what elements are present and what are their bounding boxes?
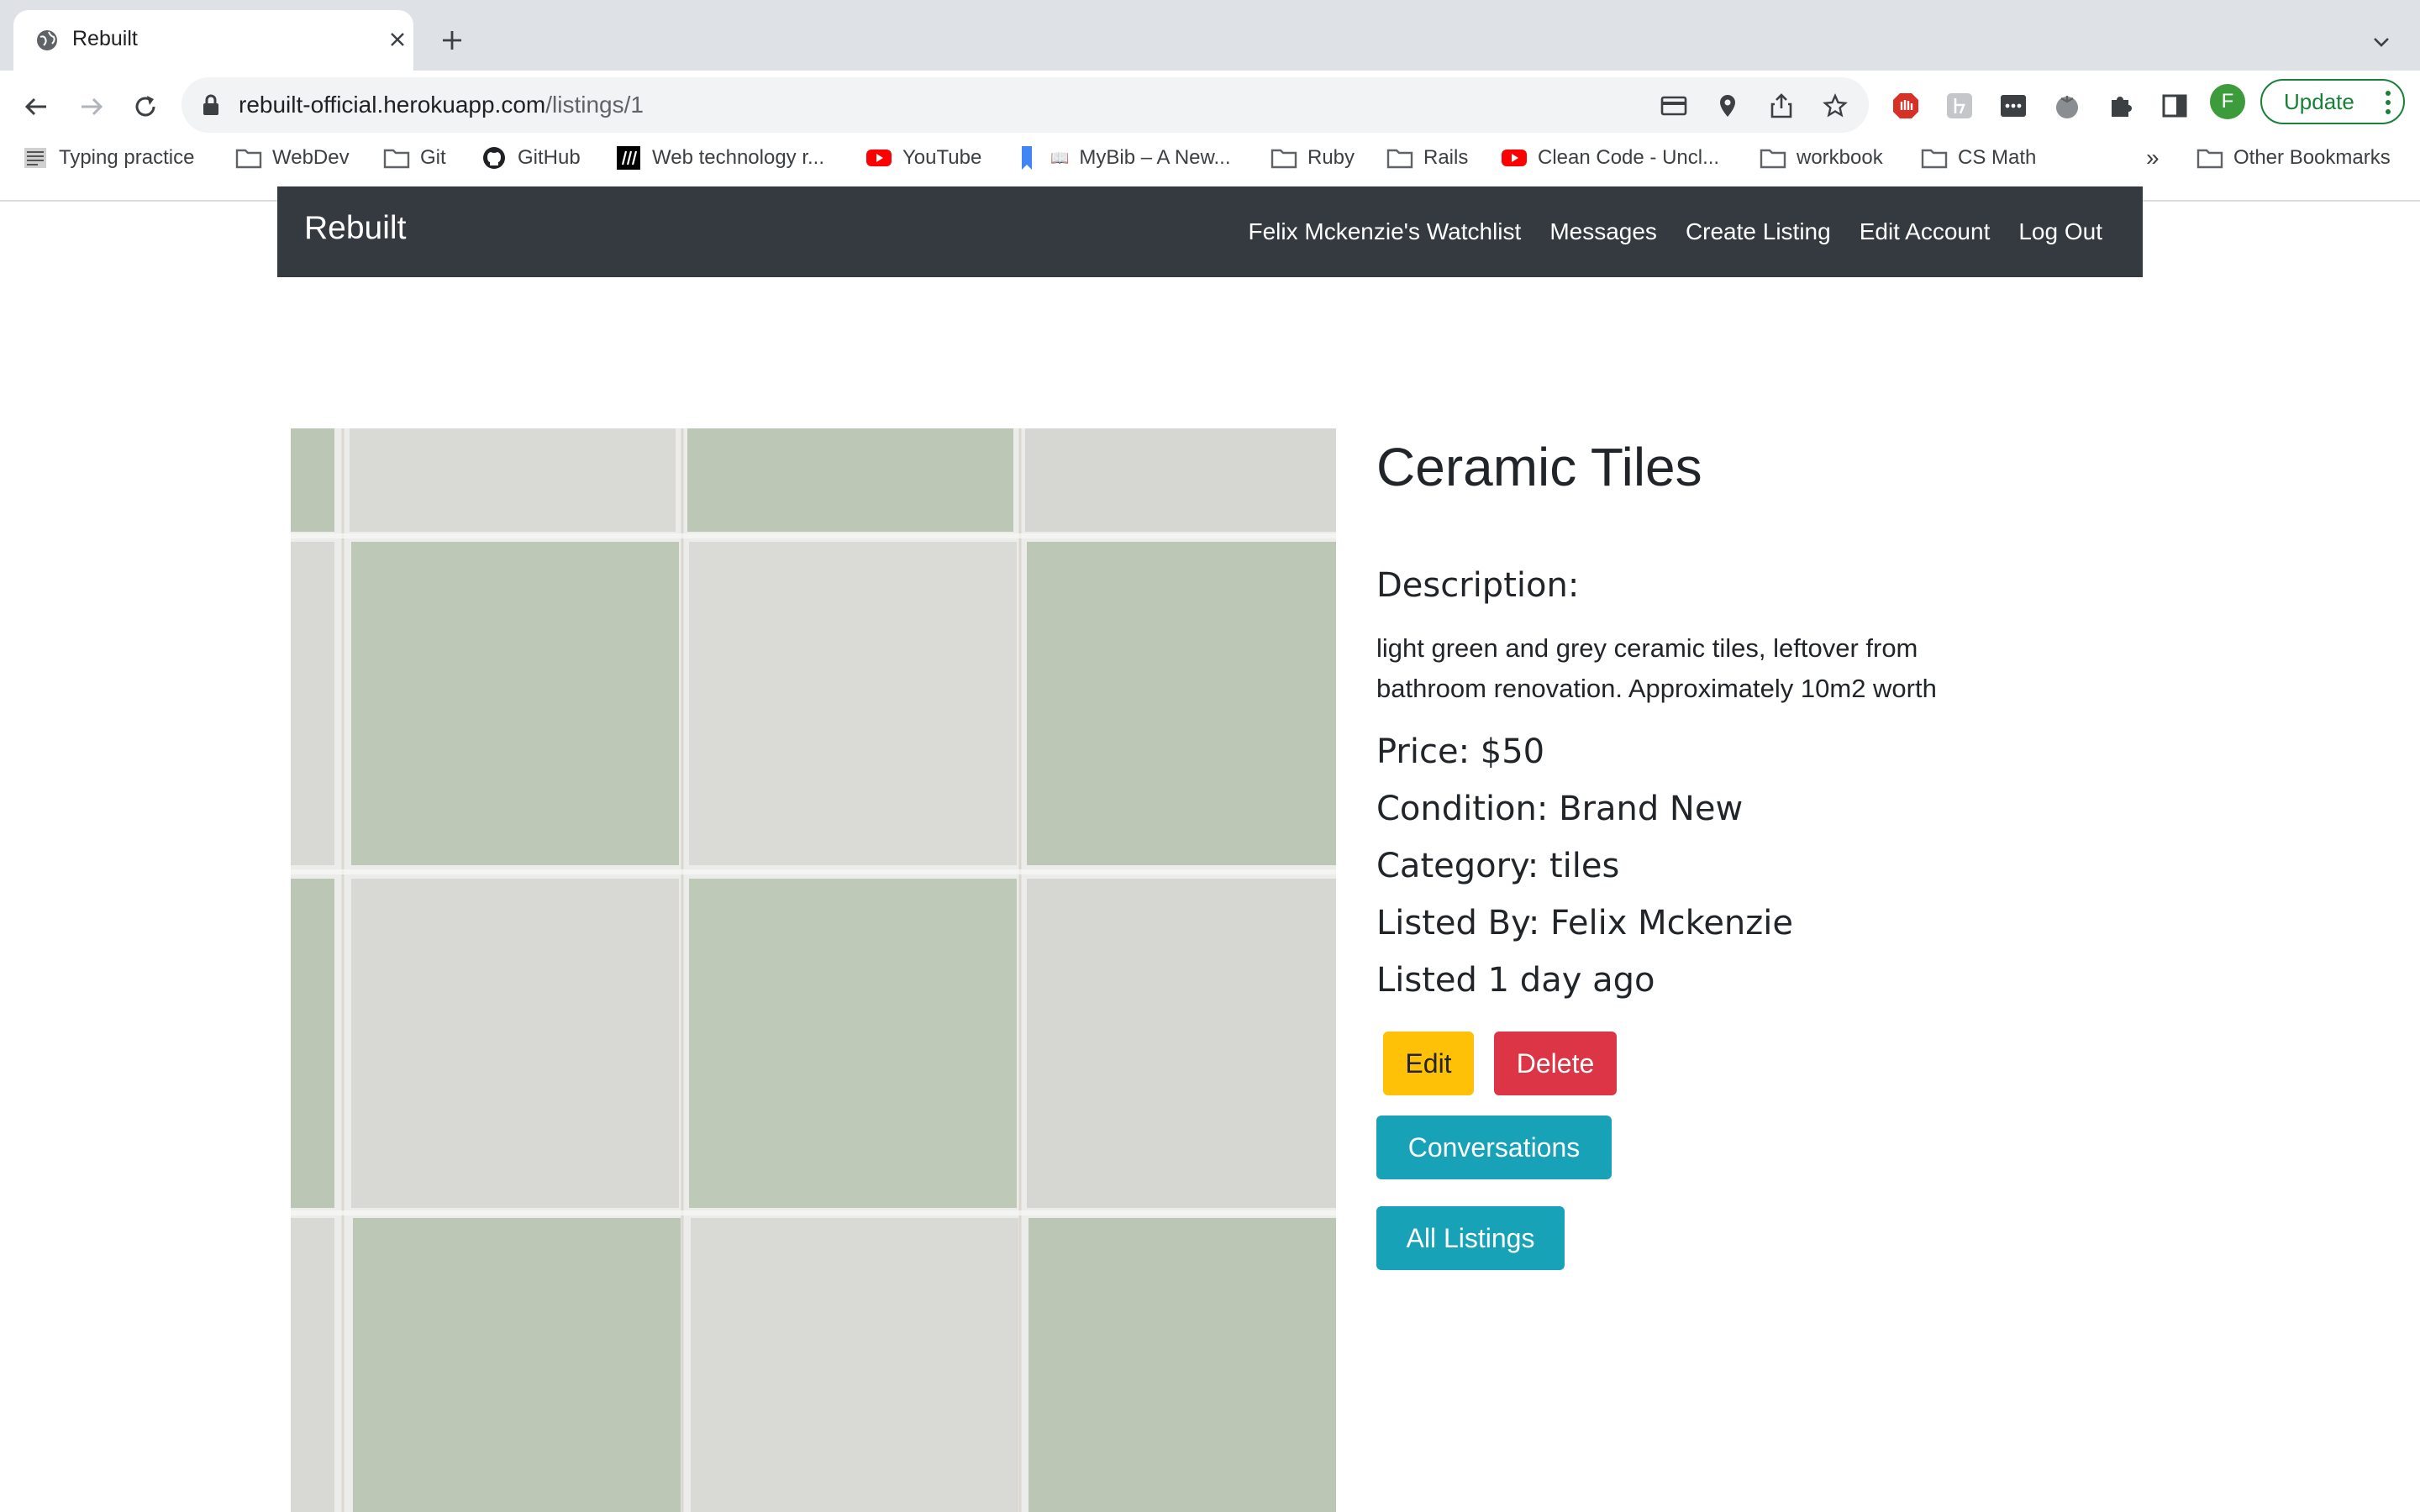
all-listings-button[interactable]: All Listings xyxy=(1376,1206,1565,1270)
nav-messages[interactable]: Messages xyxy=(1549,218,1657,245)
browser-tab[interactable]: Rebuilt xyxy=(13,10,413,71)
folder-icon xyxy=(1386,144,1413,171)
location-pin-icon[interactable] xyxy=(1712,91,1743,121)
description-label: Description: xyxy=(1376,566,1580,605)
youtube-icon xyxy=(1501,144,1528,171)
price-text: Price: $50 xyxy=(1376,732,1545,771)
typing-icon xyxy=(22,144,49,171)
listing-image xyxy=(291,428,1336,1512)
nav-create-listing[interactable]: Create Listing xyxy=(1686,218,1831,245)
mdn-icon xyxy=(615,144,642,171)
update-button[interactable]: Update xyxy=(2260,79,2405,124)
listed-time-text: Listed 1 day ago xyxy=(1376,961,1655,1000)
reload-icon[interactable] xyxy=(124,86,166,128)
star-icon[interactable] xyxy=(1820,91,1850,121)
other-bookmarks[interactable]: Other Bookmarks xyxy=(2196,141,2391,175)
nav-log-out[interactable]: Log Out xyxy=(2018,218,2102,245)
card-icon[interactable] xyxy=(1659,91,1689,121)
url-text[interactable]: rebuilt-official.herokuapp.com/listings/… xyxy=(239,92,644,118)
conversations-button[interactable]: Conversations xyxy=(1376,1116,1612,1179)
condition-text: Condition: Brand New xyxy=(1376,790,1744,828)
nav-edit-account[interactable]: Edit Account xyxy=(1860,218,1991,245)
site-navbar: Rebuilt Felix Mckenzie's Watchlist Messa… xyxy=(277,186,2143,277)
globe-icon xyxy=(35,29,59,52)
stop-extension-icon[interactable] xyxy=(1889,89,1923,123)
forward-icon[interactable] xyxy=(71,86,113,128)
bookmark-ruby[interactable]: Ruby xyxy=(1270,141,1355,175)
edit-button[interactable]: Edit xyxy=(1383,1032,1474,1095)
brand-link[interactable]: Rebuilt xyxy=(304,210,406,247)
share-icon[interactable] xyxy=(1766,91,1797,121)
folder-icon xyxy=(1760,144,1786,171)
book-icon: 📖 xyxy=(1050,149,1070,166)
bookmark-webdev[interactable]: WebDev xyxy=(235,141,350,175)
bookmark-mybib[interactable]: 📖 MyBib – A New... xyxy=(1013,141,1231,175)
category-text: Category: tiles xyxy=(1376,847,1620,885)
bookmark-web-technology[interactable]: Web technology r... xyxy=(615,141,824,175)
bookmarks-overflow-button[interactable]: » xyxy=(2146,141,2160,175)
bookmark-github[interactable]: GitHub xyxy=(481,141,581,175)
back-icon[interactable] xyxy=(15,86,57,128)
description-text: light green and grey ceramic tiles, left… xyxy=(1376,633,1937,703)
bookmark-workbook[interactable]: workbook xyxy=(1760,141,1883,175)
grey-extension-icon[interactable] xyxy=(1943,89,1976,123)
youtube-icon xyxy=(865,144,892,171)
bookmark-typing-practice[interactable]: Typing practice xyxy=(22,141,194,175)
github-icon xyxy=(481,144,508,171)
folder-icon xyxy=(1270,144,1297,171)
password-extension-icon[interactable] xyxy=(1996,89,2030,123)
tomato-extension-icon[interactable] xyxy=(2050,89,2084,123)
listed-by-text: Listed By: Felix Mckenzie xyxy=(1376,904,1793,942)
bookmark-rails[interactable]: Rails xyxy=(1386,141,1468,175)
listing-title: Ceramic Tiles xyxy=(1376,437,1702,497)
new-tab-icon[interactable] xyxy=(435,24,469,57)
folder-icon xyxy=(2196,144,2223,171)
folder-icon xyxy=(235,144,262,171)
side-panel-icon[interactable] xyxy=(2158,89,2191,123)
folder-icon xyxy=(383,144,410,171)
nav-links: Felix Mckenzie's Watchlist Messages Crea… xyxy=(1248,186,2102,277)
delete-button[interactable]: Delete xyxy=(1494,1032,1617,1095)
bookmark-youtube[interactable]: YouTube xyxy=(865,141,981,175)
close-tab-icon[interactable] xyxy=(383,25,412,54)
lock-icon[interactable] xyxy=(202,94,220,120)
nav-watchlist[interactable]: Felix Mckenzie's Watchlist xyxy=(1248,218,1521,245)
bookmark-icon xyxy=(1013,144,1040,171)
folder-icon xyxy=(1921,144,1948,171)
more-menu-icon[interactable] xyxy=(2385,89,2391,122)
profile-avatar[interactable]: F xyxy=(2210,84,2245,119)
bookmarks-bar: Typing practice WebDev Git GitHub Web te… xyxy=(0,138,2420,178)
address-bar[interactable]: rebuilt-official.herokuapp.com/listings/… xyxy=(182,77,1869,133)
browser-toolbar: rebuilt-official.herokuapp.com/listings/… xyxy=(0,71,2420,202)
bookmark-git[interactable]: Git xyxy=(383,141,446,175)
bookmark-clean-code[interactable]: Clean Code - Uncl... xyxy=(1501,141,1719,175)
browser-tabstrip: Rebuilt xyxy=(0,0,2420,71)
tab-title: Rebuilt xyxy=(72,27,138,50)
bookmark-cs-math[interactable]: CS Math xyxy=(1921,141,2036,175)
chevron-down-icon[interactable] xyxy=(2366,27,2396,57)
puzzle-extensions-icon[interactable] xyxy=(2104,89,2138,123)
